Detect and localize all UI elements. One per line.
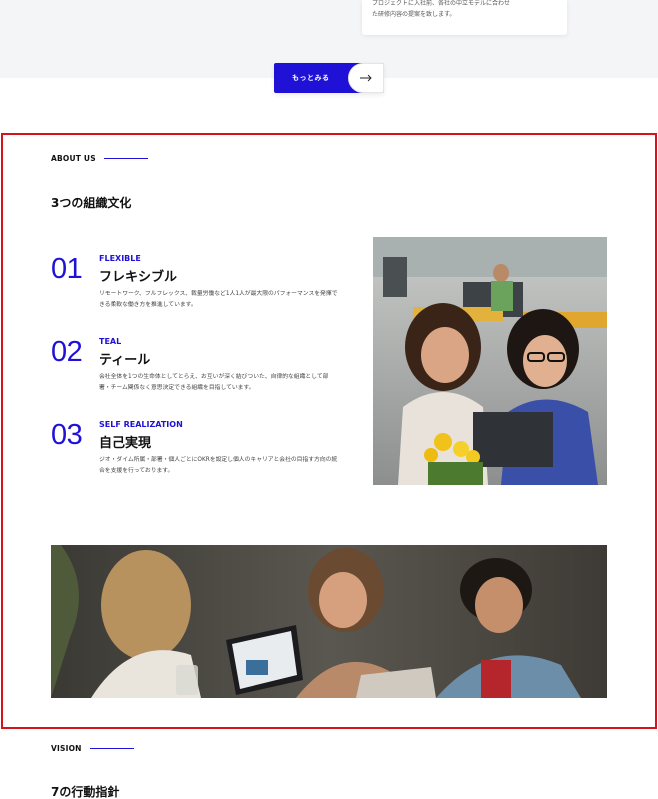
item-number: 01 bbox=[51, 253, 83, 285]
about-eyebrow-label: ABOUT US bbox=[51, 154, 96, 163]
eyebrow-line bbox=[89, 748, 134, 749]
item-en-label: FLEXIBLE bbox=[99, 254, 141, 263]
item-description: ジオ・ダイム所属・部署・個人ごとにOKRを設定し個人のキャリアと会社の目指す方向… bbox=[99, 457, 338, 474]
info-card-line-1: プロジェクトに入社前、各社の中立モデルに合わせ bbox=[372, 0, 511, 7]
culture-item-self-realization: 03 SELF REALIZATION 自己実現 ジオ・ダイム所属・部署・個人ご… bbox=[51, 420, 351, 490]
about-eyebrow: ABOUT US bbox=[51, 154, 148, 163]
info-card-line-2: た研修内容の提案を致します。 bbox=[372, 11, 456, 18]
more-button[interactable]: もっとみる bbox=[274, 63, 384, 93]
culture-item-teal: 02 TEAL ティール 会社全体を1つの生命体としてとらえ、お互いが深く結びつ… bbox=[51, 337, 351, 407]
item-number: 03 bbox=[51, 419, 83, 451]
item-description: リモートワーク、フルフレックス、裁量労働など1人1人が最大限のパフォーマンスを発… bbox=[99, 291, 338, 308]
item-jp-title: 自己実現 bbox=[99, 436, 152, 451]
arrow-right-icon bbox=[348, 63, 384, 93]
item-description: 会社全体を1つの生命体としてとらえ、お互いが深く結びついた、自律的な組織として部… bbox=[99, 374, 329, 391]
info-card: プロジェクトに入社前、各社の中立モデルに合わせ た研修内容の提案を致します。 bbox=[362, 0, 567, 35]
vision-title: 7の行動指針 bbox=[51, 785, 120, 799]
item-number: 02 bbox=[51, 336, 83, 368]
office-team-photo bbox=[373, 237, 607, 485]
item-jp-title: フレキシブル bbox=[99, 270, 178, 285]
more-button-label: もっとみる bbox=[292, 74, 330, 82]
eyebrow-line bbox=[103, 158, 148, 159]
culture-item-flexible: 01 FLEXIBLE フレキシブル リモートワーク、フルフレックス、裁量労働な… bbox=[51, 254, 351, 324]
item-jp-title: ティール bbox=[99, 353, 151, 368]
about-title: 3つの組織文化 bbox=[51, 196, 132, 210]
vision-eyebrow: VISION bbox=[51, 744, 134, 753]
item-en-label: TEAL bbox=[99, 337, 122, 346]
vision-eyebrow-label: VISION bbox=[51, 744, 82, 753]
friends-laptop-photo bbox=[51, 545, 607, 698]
item-en-label: SELF REALIZATION bbox=[99, 420, 183, 429]
